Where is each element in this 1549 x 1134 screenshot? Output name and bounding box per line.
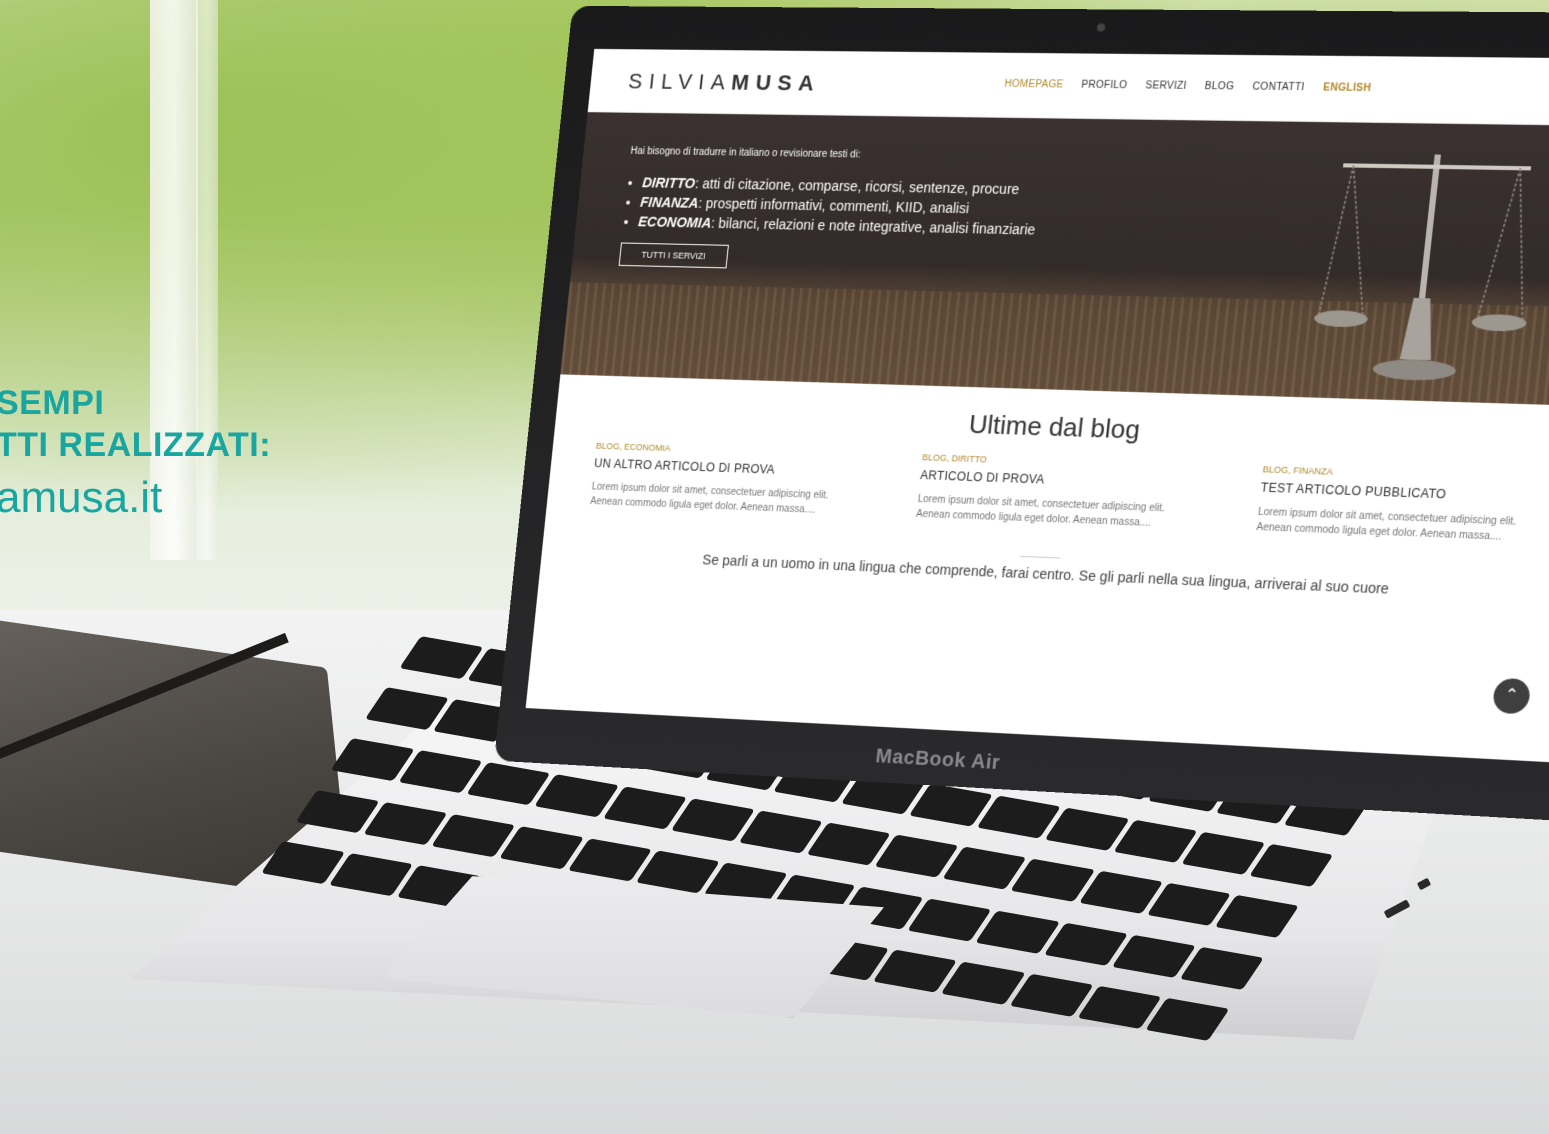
website-screen: SILVIAMUSA HOMEPAGE PROFILO SERVIZI BLOG… <box>525 48 1549 763</box>
blog-section: Ultime dal blog BLOG, ECONOMIA UN ALTRO … <box>527 374 1549 739</box>
keyboard-key <box>1009 973 1094 1017</box>
promo-text: SEMPI TTI REALIZZATI: amusa.it <box>0 382 271 526</box>
promo-line-2: TTI REALIZZATI: <box>0 426 272 464</box>
keyboard-key <box>534 774 619 818</box>
hero-intro: Hai bisogno di tradurre in italiano o re… <box>630 145 861 161</box>
divider <box>1020 555 1060 559</box>
keyboard-key <box>941 961 1026 1005</box>
logo-last-name: MUSA <box>730 69 822 96</box>
nav-profilo[interactable]: PROFILO <box>1081 80 1128 92</box>
keyboard-key <box>1112 819 1198 864</box>
logo-first-name: SILVIA <box>627 68 733 95</box>
keyboard-key <box>602 786 687 830</box>
post-excerpt: Lorem ipsum dolor sit amet, consectetuer… <box>589 481 830 516</box>
post-title[interactable]: TEST ARTICOLO PUBBLICATO <box>1260 480 1531 504</box>
nav-servizi[interactable]: SERVIZI <box>1145 80 1187 92</box>
keyboard-key <box>1010 859 1095 903</box>
post-category[interactable]: BLOG, ECONOMIA <box>596 441 844 460</box>
hero-banner: Hai bisogno di tradurre in italiano o re… <box>560 112 1549 407</box>
promo-line-1: SEMPI <box>0 384 105 422</box>
keyboard-key <box>1044 807 1130 851</box>
keyboard-key <box>1078 871 1163 915</box>
keyboard-key <box>975 910 1061 954</box>
chevron-up-icon[interactable]: ⌃ <box>1491 677 1532 715</box>
keyboard-key <box>499 825 585 869</box>
camera-icon <box>1096 23 1106 32</box>
post-title[interactable]: UN ALTRO ARTICOLO DI PROVA <box>594 456 843 479</box>
promo-url: amusa.it <box>0 473 163 522</box>
laptop-lid: MacBook Air SILVIAMUSA HOMEPAGE PROFILO … <box>494 5 1549 822</box>
nav-language[interactable]: ENGLISH <box>1322 82 1371 94</box>
justice-scale-image <box>1313 143 1549 382</box>
main-nav: HOMEPAGE PROFILO SERVIZI BLOG CONTATTI E… <box>1004 79 1372 94</box>
post-excerpt: Lorem ipsum dolor sit amet, consectetuer… <box>1255 506 1517 543</box>
blog-posts: BLOG, ECONOMIA UN ALTRO ARTICOLO DI PROV… <box>547 439 1549 547</box>
post-title[interactable]: ARTICOLO DI PROVA <box>920 468 1180 491</box>
keyboard-key <box>1043 922 1129 966</box>
all-services-button[interactable]: TUTTI I SERVIZI <box>618 242 729 269</box>
blog-post[interactable]: BLOG, FINANZA TEST ARTICOLO PUBBLICATO L… <box>1256 464 1534 546</box>
blog-post[interactable]: BLOG, ECONOMIA UN ALTRO ARTICOLO DI PROV… <box>589 441 844 519</box>
keyboard-key <box>567 837 653 881</box>
nav-homepage[interactable]: HOMEPAGE <box>1004 79 1064 91</box>
services-list: DIRITTO: atti di citazione, comparse, ri… <box>622 172 1040 239</box>
laptop-brand-label: MacBook Air <box>874 745 1002 775</box>
nav-blog[interactable]: BLOG <box>1204 81 1235 92</box>
post-category[interactable]: BLOG, DIRITTO <box>922 452 1181 471</box>
blog-post[interactable]: BLOG, DIRITTO ARTICOLO DI PROVA Lorem ip… <box>915 452 1181 532</box>
hero-content: Hai bisogno di tradurre in italiano o re… <box>618 145 1044 276</box>
nav-contatti[interactable]: CONTATTI <box>1252 82 1305 94</box>
post-excerpt: Lorem ipsum dolor sit amet, consectetuer… <box>915 493 1166 529</box>
quote-text: Se parli a un uomo in una lingua che com… <box>701 551 1390 597</box>
site-logo[interactable]: SILVIAMUSA <box>627 69 822 97</box>
